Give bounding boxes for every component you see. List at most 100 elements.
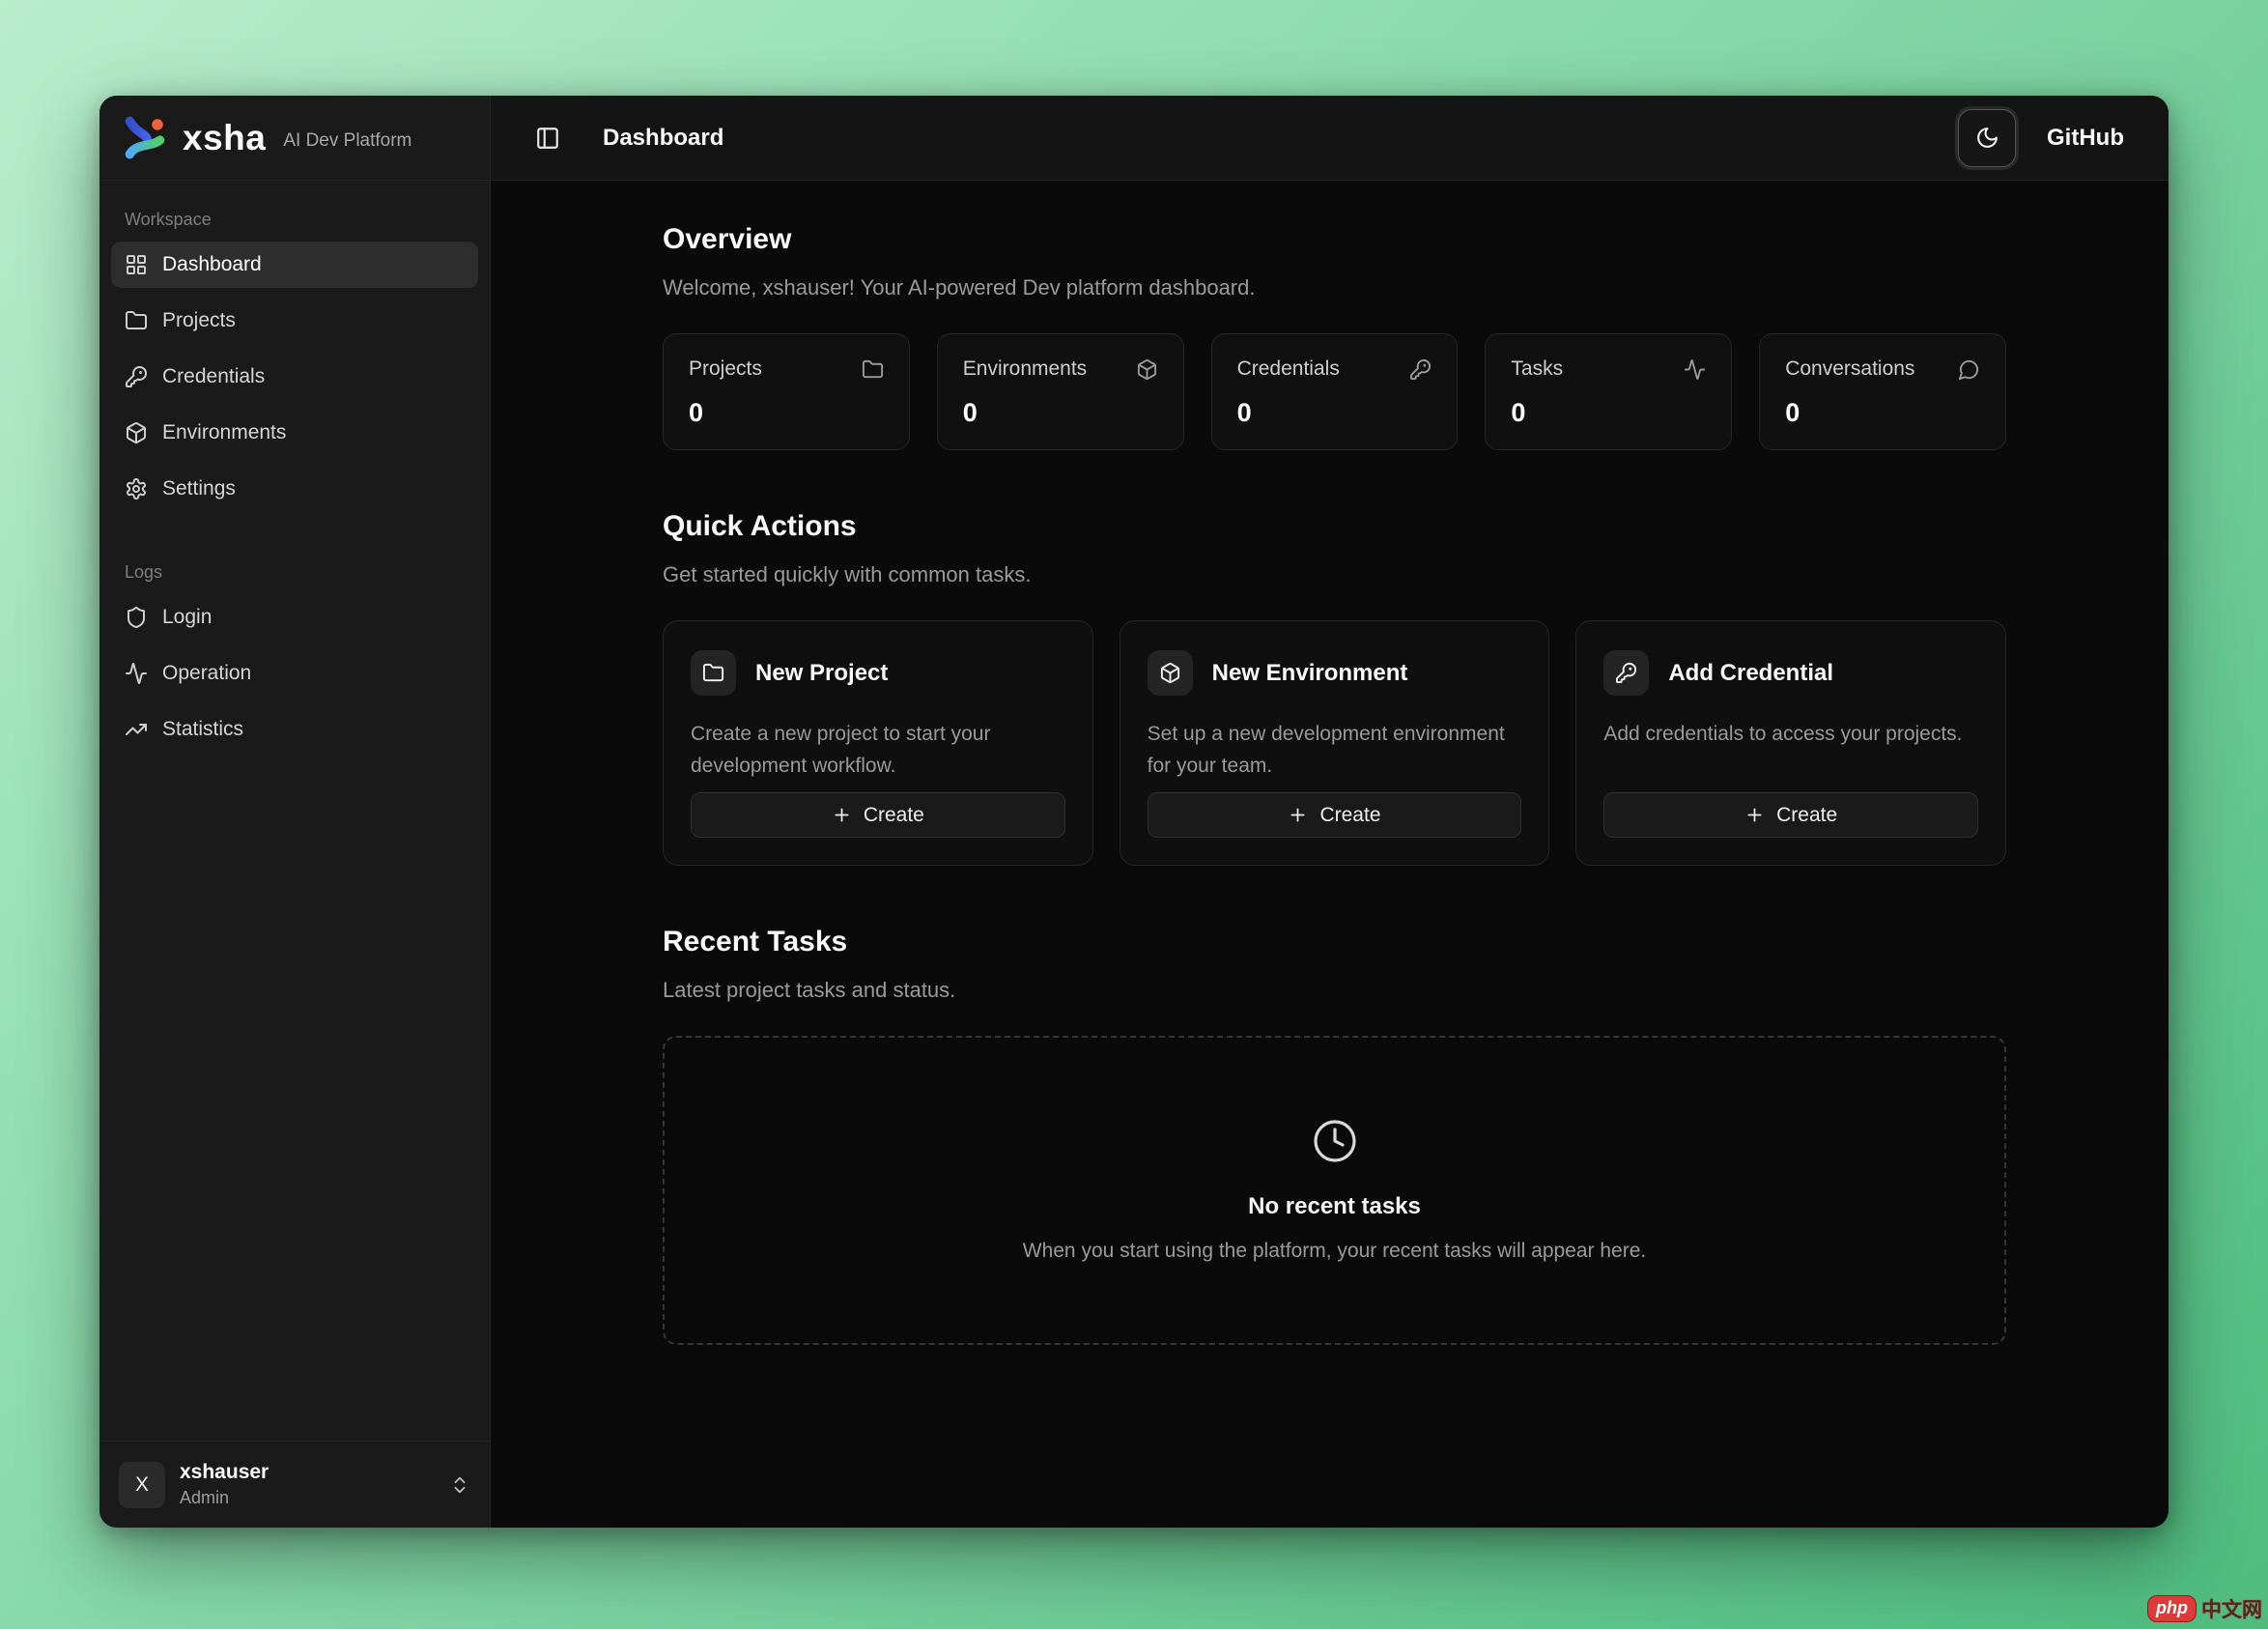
sidebar-item-settings[interactable]: Settings: [111, 466, 478, 512]
box-icon: [1136, 358, 1158, 381]
create-button-label: Create: [864, 804, 924, 827]
sidebar-item-label: Statistics: [162, 718, 243, 741]
sidebar-item-login[interactable]: Login: [111, 594, 478, 641]
box-icon: [125, 421, 148, 444]
quick-actions-row: New Project Create a new project to star…: [663, 620, 2006, 866]
logo-orange-dot: [152, 119, 162, 129]
watermark: php 中文网: [2147, 1594, 2262, 1623]
main-content: Overview Welcome, xshauser! Your AI-powe…: [491, 181, 2169, 1528]
trending-up-icon: [125, 718, 148, 741]
action-title: New Project: [755, 660, 888, 687]
layout-grid-icon: [125, 253, 148, 276]
stat-card-projects: Projects 0: [663, 333, 910, 450]
activity-icon: [125, 662, 148, 685]
stat-label: Credentials: [1237, 357, 1340, 381]
plus-icon: [1288, 805, 1308, 825]
plus-icon: [832, 805, 852, 825]
stat-card-credentials: Credentials 0: [1211, 333, 1459, 450]
watermark-php-badge: php: [2147, 1595, 2197, 1622]
stat-label: Projects: [689, 357, 762, 381]
sidebar-item-label: Login: [162, 606, 212, 629]
action-description: Add credentials to access your projects.: [1603, 719, 1978, 792]
content-column: Dashboard GitHub Overview Welcome, xshau…: [491, 96, 2169, 1528]
settings-icon: [125, 477, 148, 500]
action-title: New Environment: [1212, 660, 1408, 687]
stat-card-tasks: Tasks 0: [1485, 333, 1732, 450]
key-icon: [125, 365, 148, 388]
create-credential-button[interactable]: Create: [1603, 792, 1978, 838]
theme-toggle-button[interactable]: [1958, 109, 2016, 167]
topbar: Dashboard GitHub: [491, 96, 2169, 181]
sidebar-nav: Workspace Dashboard Projects Credentials: [99, 181, 490, 1441]
stat-value: 0: [689, 398, 884, 428]
brand-header: xsha AI Dev Platform: [99, 96, 490, 181]
stat-value: 0: [963, 398, 1158, 428]
user-menu-trigger[interactable]: X xshauser Admin: [99, 1441, 490, 1528]
nav-section-label-logs: Logs: [111, 553, 478, 594]
folder-icon: [702, 662, 724, 684]
page-title: Dashboard: [603, 125, 723, 152]
create-environment-button[interactable]: Create: [1148, 792, 1522, 838]
sidebar-item-environments[interactable]: Environments: [111, 410, 478, 456]
sidebar-item-label: Projects: [162, 309, 236, 332]
avatar: X: [119, 1462, 165, 1508]
stat-label: Conversations: [1785, 357, 1914, 381]
stat-value: 0: [1511, 398, 1706, 428]
app-window: xsha AI Dev Platform Workspace Dashboard…: [99, 96, 2169, 1528]
brand-name: xsha: [183, 118, 266, 158]
moon-icon: [1975, 126, 1999, 150]
stat-value: 0: [1785, 398, 1980, 428]
folder-icon: [862, 358, 884, 381]
user-name: xshauser: [180, 1461, 435, 1484]
sidebar-item-label: Settings: [162, 477, 236, 500]
stat-label: Tasks: [1511, 357, 1563, 381]
recent-tasks-title: Recent Tasks: [663, 926, 2006, 958]
action-description: Create a new project to start your devel…: [691, 719, 1065, 792]
action-card-new-environment: New Environment Set up a new development…: [1120, 620, 1550, 866]
folder-icon: [125, 309, 148, 332]
recent-tasks-subtitle: Latest project tasks and status.: [663, 978, 2006, 1003]
sidebar-item-label: Credentials: [162, 365, 265, 388]
sidebar-item-operation[interactable]: Operation: [111, 650, 478, 697]
create-button-label: Create: [1776, 804, 1837, 827]
chevrons-up-down-icon: [449, 1474, 470, 1496]
stat-card-environments: Environments 0: [937, 333, 1184, 450]
empty-state-description: When you start using the platform, your …: [1023, 1240, 1646, 1263]
sidebar-item-label: Operation: [162, 662, 251, 685]
sidebar-toggle-button[interactable]: [529, 120, 566, 157]
quick-actions-subtitle: Get started quickly with common tasks.: [663, 562, 2006, 587]
sidebar-item-dashboard[interactable]: Dashboard: [111, 242, 478, 288]
clock-icon: [1312, 1118, 1358, 1164]
watermark-text: 中文网: [2201, 1594, 2262, 1623]
stat-value: 0: [1237, 398, 1432, 428]
shield-icon: [125, 606, 148, 629]
action-card-add-credential: Add Credential Add credentials to access…: [1575, 620, 2006, 866]
create-project-button[interactable]: Create: [691, 792, 1065, 838]
activity-icon: [1684, 358, 1706, 381]
sidebar-item-label: Environments: [162, 421, 286, 444]
overview-subtitle: Welcome, xshauser! Your AI-powered Dev p…: [663, 275, 2006, 300]
nav-section-label-workspace: Workspace: [111, 200, 478, 242]
recent-tasks-empty-state: No recent tasks When you start using the…: [663, 1036, 2006, 1345]
action-card-new-project: New Project Create a new project to star…: [663, 620, 1093, 866]
stats-row: Projects 0 Environments 0: [663, 333, 2006, 450]
empty-state-title: No recent tasks: [1248, 1193, 1421, 1220]
user-role: Admin: [180, 1488, 435, 1508]
folder-icon-tile: [691, 650, 736, 696]
github-link[interactable]: GitHub: [2047, 125, 2124, 152]
panel-left-icon: [535, 126, 560, 151]
create-button-label: Create: [1319, 804, 1380, 827]
key-icon: [1409, 358, 1432, 381]
box-icon: [1159, 662, 1181, 684]
box-icon-tile: [1148, 650, 1193, 696]
xsha-logo-icon: [121, 114, 169, 162]
quick-actions-title: Quick Actions: [663, 510, 2006, 543]
action-title: Add Credential: [1668, 660, 1833, 687]
stat-label: Environments: [963, 357, 1087, 381]
sidebar-item-label: Dashboard: [162, 253, 262, 276]
action-description: Set up a new development environment for…: [1148, 719, 1522, 792]
sidebar-item-credentials[interactable]: Credentials: [111, 354, 478, 400]
sidebar-item-statistics[interactable]: Statistics: [111, 706, 478, 753]
user-meta: xshauser Admin: [180, 1461, 435, 1508]
sidebar-item-projects[interactable]: Projects: [111, 298, 478, 344]
